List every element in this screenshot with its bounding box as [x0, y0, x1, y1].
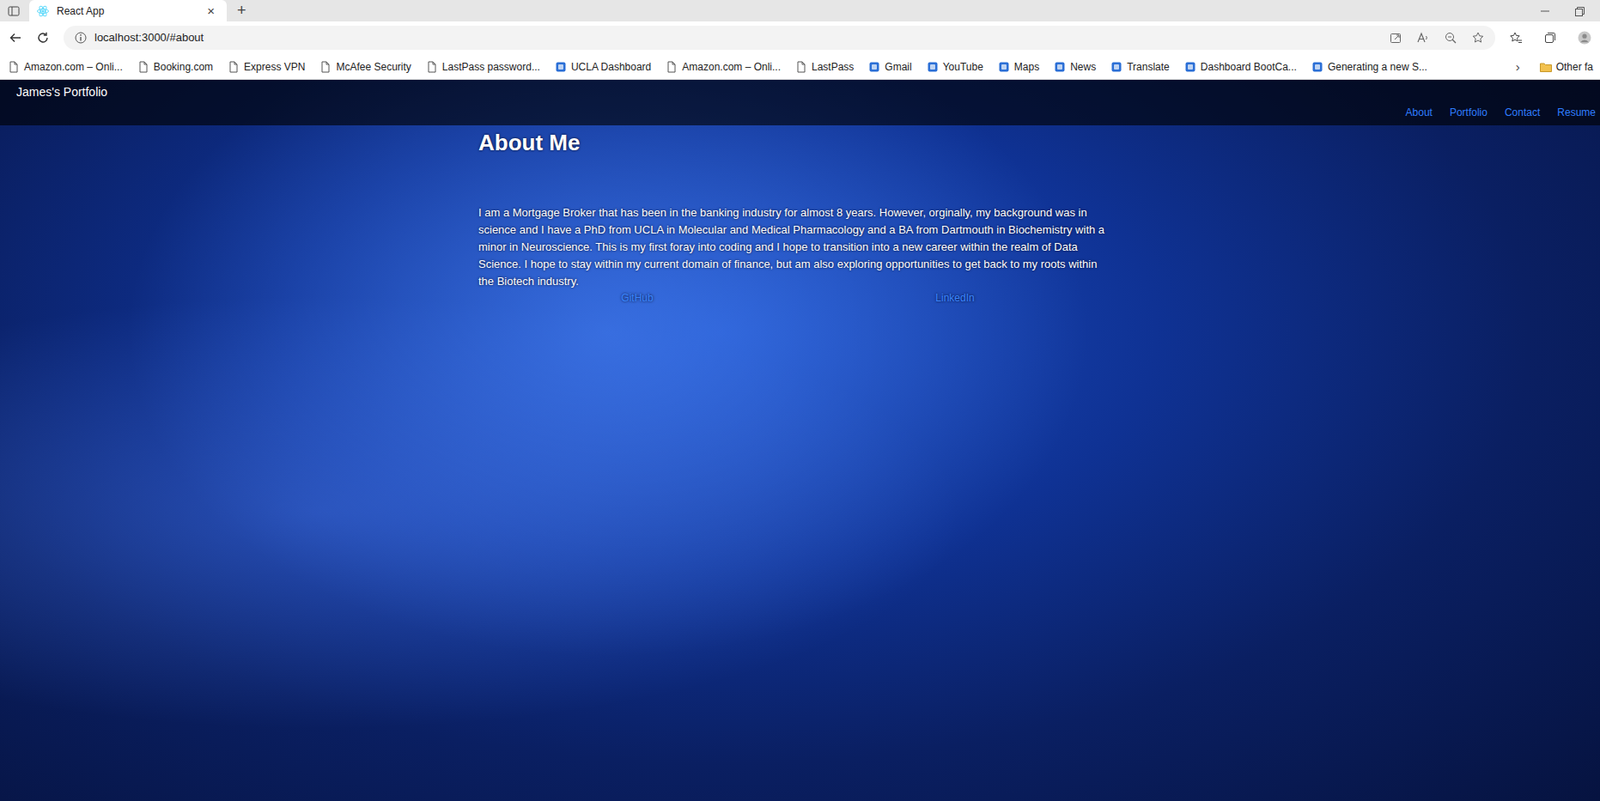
page-icon	[136, 60, 151, 74]
restore-icon[interactable]	[1572, 4, 1587, 19]
bookmark-label: Generating a new S...	[1327, 59, 1428, 75]
collections-icon[interactable]	[1543, 30, 1558, 45]
open-in-app-icon[interactable]	[1388, 30, 1403, 45]
nav-link[interactable]: Resume	[1557, 104, 1596, 121]
bookmark[interactable]: McAfee Security	[318, 59, 411, 75]
bookmark-label: YouTube	[942, 59, 984, 75]
site-favicon-icon	[1109, 60, 1124, 74]
minimize-icon[interactable]	[1538, 4, 1552, 19]
bookmark-label: McAfee Security	[335, 59, 411, 75]
bookmark-label: Maps	[1014, 59, 1040, 75]
site-nav: About Portfolio Contact Resume	[1405, 79, 1600, 126]
bookmark[interactable]: Amazon.com – Onli...	[6, 59, 123, 75]
bookmarks-overflow: › Other fa	[1510, 59, 1594, 75]
about-section: About Me I am a Mortgage Broker that has …	[478, 129, 1114, 306]
new-tab-button[interactable]: +	[226, 2, 247, 22]
bookmark-label: Gmail	[884, 59, 912, 75]
site-favicon-icon	[1310, 60, 1325, 74]
other-favorites[interactable]: Other fa	[1539, 59, 1594, 75]
bookmark-label: Amazon.com – Onli...	[681, 59, 781, 75]
bookmark[interactable]: YouTube	[925, 59, 984, 75]
site-favicon-icon	[1183, 60, 1198, 74]
read-aloud-icon[interactable]	[1416, 30, 1430, 45]
bookmark[interactable]: Gmail	[867, 59, 912, 75]
bookmark[interactable]: Generating a new S...	[1310, 59, 1428, 75]
url-text[interactable]: localhost:3000/#about	[94, 29, 204, 47]
favorites-icon[interactable]	[1508, 30, 1523, 45]
profile-link[interactable]: GitHub	[620, 292, 653, 305]
site-favicon-icon	[1052, 60, 1067, 74]
site-brand[interactable]: James's Portfolio	[0, 79, 108, 126]
profile-links: GitHub LinkedIn	[478, 290, 1114, 306]
address-actions	[1388, 30, 1485, 45]
site-favicon-icon	[997, 60, 1011, 74]
refresh-icon[interactable]	[36, 30, 50, 45]
bookmark-label: Dashboard BootCa...	[1200, 59, 1297, 75]
other-favorites-label: Other fa	[1556, 59, 1594, 75]
toolbar-actions	[1508, 30, 1592, 45]
tab-title: React App	[56, 3, 195, 19]
bookmark[interactable]: UCLA Dashboard	[553, 59, 651, 75]
about-heading: About Me	[478, 129, 1114, 157]
back-icon[interactable]	[8, 30, 23, 45]
close-tab-button[interactable]: ×	[201, 4, 220, 18]
zoom-out-icon[interactable]	[1443, 30, 1458, 45]
bookmark[interactable]: Maps	[997, 59, 1040, 75]
bookmark-label: Amazon.com – Onli...	[24, 59, 123, 75]
nav-link[interactable]: Portfolio	[1449, 104, 1488, 121]
page-icon	[425, 60, 439, 74]
link-cell: LinkedIn	[796, 290, 1114, 306]
bookmark[interactable]: Translate	[1109, 59, 1170, 75]
bookmark[interactable]: Express VPN	[226, 59, 305, 75]
bookmark-label: LastPass	[811, 59, 854, 75]
site-favicon-icon	[925, 60, 940, 74]
page-icon	[664, 60, 679, 74]
page-icon	[794, 60, 809, 74]
site-header: James's Portfolio About Portfolio Contact Re…	[0, 79, 1600, 126]
react-icon	[36, 4, 50, 19]
profile-link[interactable]: LinkedIn	[935, 292, 974, 305]
bookmark[interactable]: Booking.com	[136, 59, 213, 75]
page-icon	[318, 60, 333, 74]
nav-link[interactable]: Contact	[1504, 104, 1540, 121]
info-icon[interactable]	[73, 30, 88, 45]
page-icon	[6, 60, 21, 74]
bookmark[interactable]: LastPass	[794, 59, 854, 75]
bookmark[interactable]: News	[1052, 59, 1096, 75]
tab-strip: React App × +	[0, 0, 1600, 22]
site-favicon-icon	[867, 60, 882, 74]
tab-actions-icon[interactable]	[6, 4, 21, 19]
bookmark-label: Translate	[1126, 59, 1170, 75]
browser-toolbar: localhost:3000/#about	[0, 21, 1600, 55]
bookmark[interactable]: Dashboard BootCa...	[1183, 59, 1297, 75]
folder-icon	[1539, 60, 1553, 74]
profile-icon[interactable]	[1577, 30, 1592, 45]
about-text: I am a Mortgage Broker that has been in …	[478, 204, 1114, 291]
page-viewport: James's Portfolio About Portfolio Contact Re…	[0, 79, 1600, 801]
site-favicon-icon	[553, 60, 568, 74]
bookmark[interactable]: Amazon.com – Onli...	[664, 59, 781, 75]
bookmark-label: Express VPN	[243, 59, 305, 75]
bookmark-label: LastPass password...	[442, 59, 541, 75]
bookmarks-bar: Amazon.com – Onli... Booking.com Express V…	[0, 54, 1600, 80]
bookmark-label: News	[1070, 59, 1096, 75]
page-icon	[226, 60, 241, 74]
browser-tab[interactable]: React App ×	[29, 0, 227, 22]
address-bar[interactable]: localhost:3000/#about	[63, 25, 1496, 50]
bookmark[interactable]: LastPass password...	[425, 59, 541, 75]
window-controls	[1538, 4, 1600, 19]
link-cell: GitHub	[478, 290, 797, 306]
bookmark-label: Booking.com	[153, 59, 213, 75]
more-bookmarks-button[interactable]: ›	[1510, 60, 1526, 74]
nav-link[interactable]: About	[1405, 104, 1433, 121]
bookmark-label: UCLA Dashboard	[571, 59, 651, 75]
add-favorite-icon[interactable]	[1471, 30, 1485, 45]
